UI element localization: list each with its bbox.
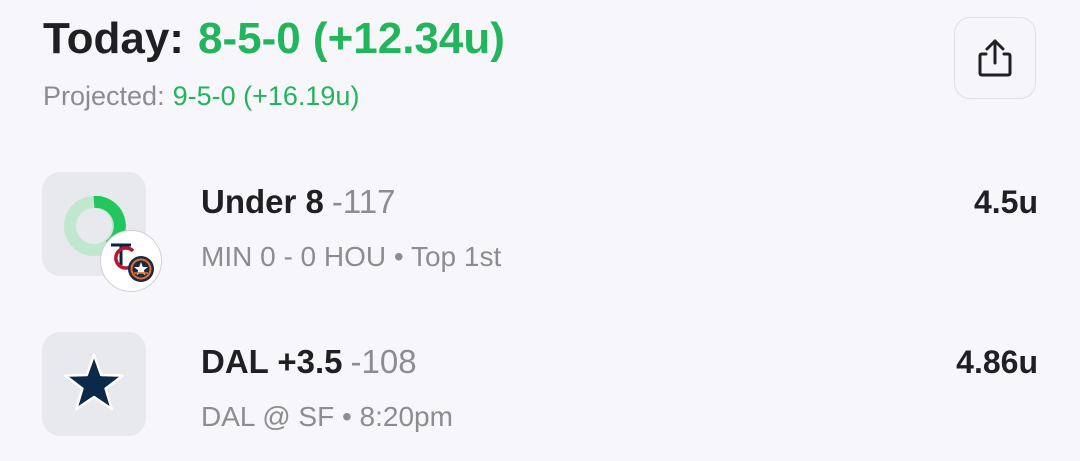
betting-summary-screen: Today: 8-5-0 (+12.34u) Projected: 9-5-0 … bbox=[0, 0, 1080, 461]
bet-thumbnail bbox=[42, 172, 162, 292]
bet-title: DAL +3.5 -108 bbox=[201, 342, 417, 382]
bet-game-status: MIN 0 - 0 HOU • Top 1st bbox=[201, 241, 502, 272]
today-label: Today: bbox=[43, 14, 184, 63]
bet-game-status: DAL @ SF • 8:20pm bbox=[201, 401, 453, 432]
bet-pick: DAL +3.5 bbox=[201, 343, 343, 380]
twins-astros-logo-icon bbox=[100, 230, 162, 292]
cowboys-star-icon bbox=[64, 353, 124, 411]
bet-row[interactable]: Under 8 -117 MIN 0 - 0 HOU • Top 1st 4.5u bbox=[0, 170, 1080, 292]
bet-row[interactable]: DAL +3.5 -108 DAL @ SF • 8:20pm 4.86u bbox=[0, 330, 1080, 440]
share-icon bbox=[978, 39, 1012, 77]
today-line: Today: 8-5-0 (+12.34u) bbox=[43, 12, 505, 66]
today-record: 8-5-0 (+12.34u) bbox=[197, 14, 505, 63]
bet-thumbnail bbox=[42, 332, 146, 436]
projected-label: Projected: bbox=[43, 81, 165, 111]
summary-header: Today: 8-5-0 (+12.34u) Projected: 9-5-0 … bbox=[43, 12, 505, 112]
projected-record: 9-5-0 (+16.19u) bbox=[172, 81, 360, 111]
bet-title: Under 8 -117 bbox=[201, 182, 395, 222]
bet-odds: -108 bbox=[350, 343, 417, 380]
bet-units: 4.86u bbox=[956, 344, 1038, 380]
projected-line: Projected: 9-5-0 (+16.19u) bbox=[43, 80, 505, 112]
bet-pick: Under 8 bbox=[201, 183, 324, 220]
bet-odds: -117 bbox=[331, 183, 396, 220]
share-button[interactable] bbox=[954, 17, 1036, 99]
bet-units: 4.5u bbox=[973, 184, 1038, 220]
